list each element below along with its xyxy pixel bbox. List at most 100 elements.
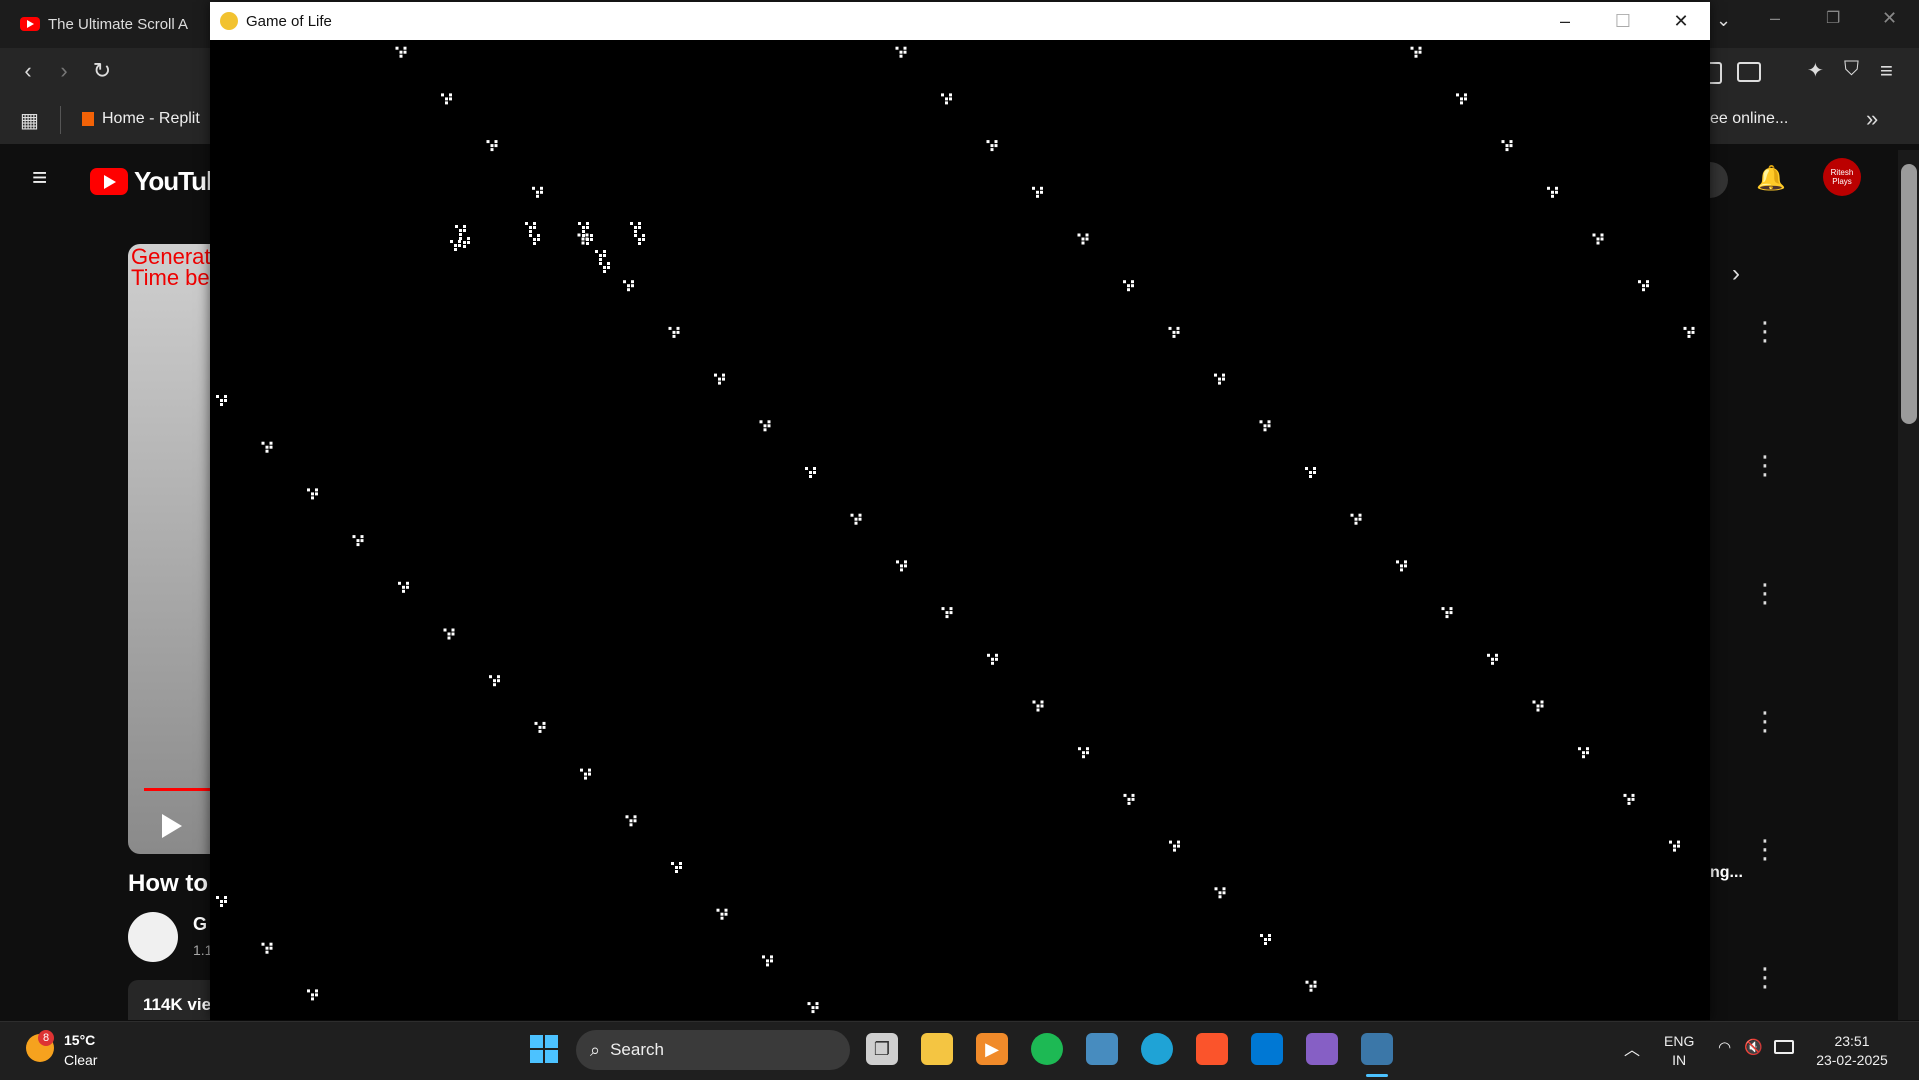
live-cell (1176, 330, 1180, 334)
live-cell (1123, 280, 1126, 284)
python-icon[interactable] (1361, 1033, 1393, 1065)
live-cell (1123, 793, 1127, 797)
live-cell (1032, 186, 1035, 190)
live-cell (261, 441, 265, 445)
account-avatar[interactable]: Ritesh Plays (1823, 158, 1861, 196)
media-player-icon[interactable]: ▶ (976, 1033, 1008, 1065)
visual-studio-icon[interactable] (1306, 1033, 1338, 1065)
live-cell (1305, 467, 1308, 470)
browser-tab[interactable]: The Ultimate Scroll A (8, 6, 220, 42)
live-cell (633, 815, 637, 819)
taskbar-search[interactable]: ⌕ Search (576, 1030, 850, 1070)
language-indicator[interactable]: ENG IN (1664, 1032, 1694, 1070)
apps-grid-icon[interactable]: ▦ (20, 108, 39, 133)
clock-date: 23-02-2025 (1816, 1052, 1888, 1068)
restore-browser-icon[interactable]: ❐ (1826, 8, 1840, 28)
live-cell (809, 471, 812, 474)
close-browser-icon[interactable]: ✕ (1882, 8, 1897, 29)
live-cell (493, 679, 496, 683)
live-cell (1267, 424, 1271, 428)
live-cell (1036, 704, 1040, 708)
more-options-icon[interactable]: ⋮ (1752, 962, 1778, 993)
reload-icon[interactable]: ↻ (84, 58, 120, 84)
vscode-icon[interactable] (1251, 1033, 1283, 1065)
file-explorer-icon[interactable] (921, 1033, 953, 1065)
more-options-icon[interactable]: ⋮ (1752, 834, 1778, 865)
more-bookmarks-icon[interactable]: » (1866, 106, 1878, 132)
forward-arrow-icon[interactable]: › (46, 58, 82, 84)
more-options-icon[interactable]: ⋮ (1752, 706, 1778, 737)
notifications-bell-icon[interactable]: 🔔 (1756, 164, 1786, 193)
tab-list-chevron-icon[interactable]: ⌄ (1716, 10, 1731, 31)
live-cell (360, 539, 364, 543)
battery-icon[interactable] (1774, 1040, 1794, 1054)
live-cell (1400, 564, 1403, 568)
live-cell (945, 97, 948, 101)
live-cell (904, 560, 907, 564)
maximize-window-button[interactable]: ☐ (1594, 2, 1652, 40)
live-cell (1222, 377, 1225, 381)
live-cell (1309, 471, 1312, 474)
live-cell (811, 1010, 815, 1014)
live-cell (315, 492, 318, 496)
live-cell (1268, 934, 1271, 937)
edge-icon[interactable] (1141, 1033, 1173, 1065)
channel-avatar[interactable] (128, 912, 178, 962)
live-cell (1555, 190, 1558, 194)
wallet-icon[interactable] (1737, 62, 1761, 82)
live-cell (1404, 564, 1407, 568)
live-cell (767, 424, 771, 428)
more-options-icon[interactable]: ⋮ (1752, 316, 1778, 347)
wifi-icon[interactable]: ◠ (1718, 1038, 1731, 1056)
brave-shield-icon[interactable]: ⛉ (1844, 58, 1859, 81)
show-hidden-icons-icon[interactable]: ︿ (1624, 1036, 1640, 1060)
clock[interactable]: 23:51 23-02-2025 (1812, 1032, 1892, 1070)
godot-icon[interactable] (1086, 1033, 1118, 1065)
live-cell (1085, 233, 1089, 237)
hamburger-menu-icon[interactable]: ≡ (32, 162, 47, 193)
live-cell (603, 266, 606, 269)
window-title-bar[interactable]: Game of Life – ☐ ✕ (210, 2, 1710, 40)
chevron-right-icon[interactable]: › (1732, 260, 1740, 288)
live-cell (538, 729, 542, 733)
mute-speaker-icon[interactable]: 🔇 (1744, 1038, 1763, 1056)
back-arrow-icon[interactable]: ‹ (10, 58, 46, 84)
live-cell (1627, 801, 1631, 805)
live-cell (449, 97, 452, 101)
live-cell (807, 1002, 811, 1006)
active-app-indicator (1366, 1074, 1388, 1077)
live-cell (767, 420, 771, 424)
live-cell (949, 97, 952, 101)
channel-name[interactable]: G (193, 914, 207, 935)
minimize-window-button[interactable]: – (1536, 2, 1594, 40)
menu-icon[interactable]: ≡ (1880, 58, 1893, 84)
bookmark-right-label[interactable]: ee online... (1710, 110, 1788, 128)
video-title[interactable]: How to (128, 870, 208, 898)
weather-condition[interactable]: Clear (64, 1052, 97, 1068)
minimize-browser-icon[interactable]: – (1770, 8, 1780, 29)
live-cell (1309, 988, 1313, 992)
windows-start-icon[interactable] (530, 1035, 558, 1063)
live-cell (578, 222, 581, 225)
leo-ai-icon[interactable]: ✦ (1807, 58, 1824, 83)
temperature[interactable]: 15°C (64, 1032, 95, 1048)
live-cell (1449, 607, 1453, 611)
game-board[interactable] (210, 40, 1710, 1020)
spotify-icon[interactable] (1031, 1033, 1063, 1065)
live-cell (220, 904, 223, 907)
brave-icon[interactable] (1196, 1033, 1228, 1065)
live-cell (582, 234, 585, 237)
more-options-icon[interactable]: ⋮ (1752, 450, 1778, 481)
live-cell (1350, 513, 1354, 517)
scrollbar-thumb[interactable] (1901, 164, 1917, 424)
related-video-title[interactable]: ng... (1710, 864, 1743, 882)
close-window-button[interactable]: ✕ (1652, 2, 1710, 40)
live-cell (716, 908, 720, 912)
live-cell (1263, 428, 1267, 432)
live-cell (607, 262, 610, 265)
more-options-icon[interactable]: ⋮ (1752, 578, 1778, 609)
bookmark-replit[interactable]: Home - Replit (82, 110, 200, 128)
play-icon[interactable] (162, 814, 182, 838)
live-cell (603, 270, 606, 273)
task-view-icon[interactable]: ❐ (866, 1033, 898, 1065)
